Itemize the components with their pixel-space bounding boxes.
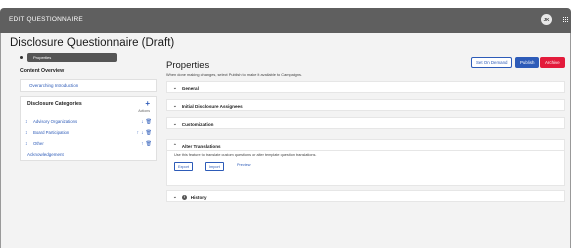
delete-icon[interactable]: 🗑 bbox=[146, 119, 152, 125]
delete-icon[interactable]: 🗑 bbox=[146, 130, 152, 136]
initial-assignees-section[interactable]: ⌄ Initial Disclosure Assignees bbox=[166, 99, 565, 111]
category-label[interactable]: Other bbox=[33, 141, 139, 146]
window-titlebar: EDIT QUESTIONNAIRE bbox=[0, 8, 571, 33]
chevron-down-icon[interactable]: ⌄ bbox=[173, 85, 177, 91]
actions-label: Actions bbox=[138, 109, 150, 113]
drag-handle-icon[interactable]: ↕ bbox=[25, 141, 33, 147]
properties-title: Properties bbox=[166, 60, 210, 71]
import-button[interactable]: Import bbox=[205, 162, 224, 171]
general-label: General bbox=[181, 85, 199, 91]
move-up-icon[interactable]: ↑ bbox=[141, 141, 144, 147]
drag-handle-icon[interactable]: ↕ bbox=[25, 130, 33, 136]
move-down-icon[interactable]: ↓ bbox=[141, 130, 144, 136]
alter-translations-section[interactable]: ⌃ Alter Translations bbox=[166, 139, 565, 151]
categories-card: Disclosure Categories + Actions ↕ Adviso… bbox=[20, 96, 157, 161]
chevron-down-icon[interactable]: ⌄ bbox=[173, 121, 177, 127]
delete-icon[interactable]: 🗑 bbox=[146, 141, 152, 147]
category-label[interactable]: Advisory Organizations bbox=[33, 119, 139, 124]
page-title: Disclosure Questionnaire (Draft) bbox=[10, 37, 175, 49]
category-row[interactable]: ↕ Advisory Organizations ↓ 🗑 bbox=[21, 116, 156, 127]
alter-translations-label: Alter Translations bbox=[181, 143, 221, 149]
history-section[interactable]: ⌄ i History bbox=[166, 190, 565, 202]
category-row[interactable]: ↕ Other ↑ 🗑 bbox=[21, 138, 156, 149]
general-section[interactable]: ⌄ General bbox=[166, 81, 565, 93]
bullet-icon bbox=[20, 56, 23, 59]
info-icon: i bbox=[181, 194, 187, 200]
add-category-icon[interactable]: + bbox=[145, 100, 150, 108]
chevron-down-icon[interactable]: ⌄ bbox=[173, 194, 177, 200]
categories-header: Disclosure Categories + bbox=[21, 97, 156, 108]
customization-label: Customization bbox=[181, 121, 214, 127]
chevron-up-icon[interactable]: ⌃ bbox=[173, 143, 177, 149]
category-row[interactable]: ↕ Board Participation ↑ ↓ 🗑 bbox=[21, 127, 156, 138]
app-title: EDIT QUESTIONNAIRE bbox=[9, 16, 83, 23]
properties-tag[interactable]: Properties bbox=[27, 53, 117, 62]
properties-subtitle: When done making changes, select Publish… bbox=[166, 72, 303, 77]
customization-section[interactable]: ⌄ Customization bbox=[166, 117, 565, 129]
categories-heading: Disclosure Categories bbox=[27, 101, 82, 107]
content-overview-heading: Content Overview bbox=[20, 68, 65, 74]
overview-card: Overarching Introduction bbox=[20, 79, 157, 92]
alter-translations-body: Use this feature to translate custom que… bbox=[166, 151, 565, 186]
properties-nav[interactable]: Properties bbox=[20, 53, 117, 62]
overarching-intro-link[interactable]: Overarching Introduction bbox=[21, 80, 156, 91]
export-button[interactable]: Export bbox=[174, 162, 193, 171]
move-up-icon[interactable]: ↑ bbox=[137, 130, 140, 136]
user-avatar[interactable]: JK bbox=[541, 14, 552, 25]
preview-link[interactable]: Preview bbox=[237, 163, 251, 167]
apps-grid-icon[interactable] bbox=[563, 17, 568, 22]
chevron-down-icon[interactable]: ⌄ bbox=[173, 103, 177, 109]
drag-handle-icon[interactable]: ↕ bbox=[25, 119, 33, 125]
alter-description: Use this feature to translate custom que… bbox=[174, 153, 317, 157]
set-on-demand-button[interactable]: Set On Demand bbox=[471, 57, 513, 68]
acknowledgement-link[interactable]: Acknowledgement bbox=[21, 149, 156, 160]
archive-button[interactable]: Archive bbox=[540, 57, 565, 68]
history-label: History bbox=[190, 194, 207, 200]
publish-button[interactable]: Publish bbox=[515, 57, 540, 68]
category-label[interactable]: Board Participation bbox=[33, 130, 135, 135]
initial-assignees-label: Initial Disclosure Assignees bbox=[181, 103, 243, 109]
sidebar: Content Overview Overarching Introductio… bbox=[20, 68, 157, 188]
move-down-icon[interactable]: ↓ bbox=[141, 119, 144, 125]
